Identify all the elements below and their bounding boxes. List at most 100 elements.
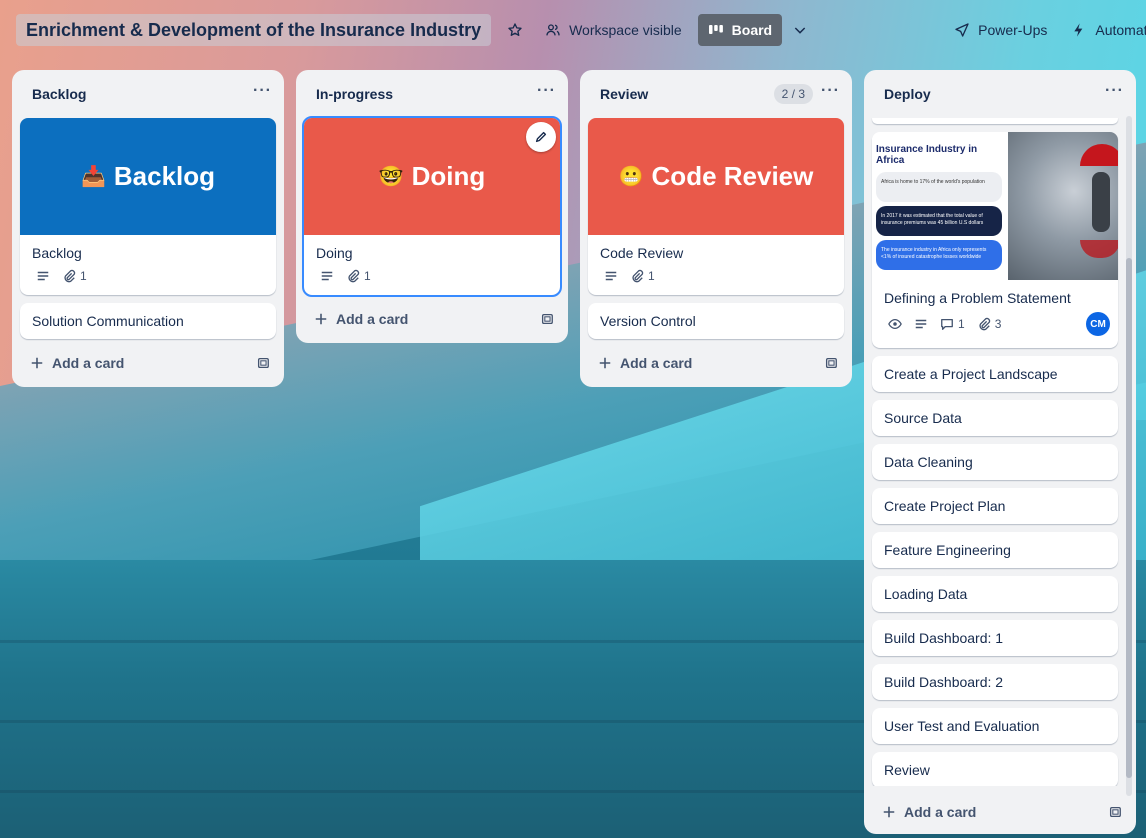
- cover-text: Backlog: [113, 161, 216, 191]
- attachment-count: 1: [648, 269, 655, 283]
- edit-card-button[interactable]: [526, 122, 556, 152]
- add-card-label: Add a card: [904, 804, 977, 820]
- card-cover: 📥 Backlog: [20, 118, 276, 235]
- card-title: Solution Communication: [32, 313, 184, 329]
- watching-badge: [888, 317, 902, 331]
- template-icon[interactable]: [540, 312, 554, 326]
- description-badge: [604, 269, 618, 283]
- list-title[interactable]: Review: [600, 86, 648, 102]
- template-icon[interactable]: [256, 356, 270, 370]
- list-item[interactable]: Source Data: [872, 400, 1118, 436]
- grimace-face-icon: 😬: [618, 166, 644, 188]
- card-title: Create a Project Landscape: [884, 366, 1058, 382]
- description-icon: [37, 271, 49, 281]
- description-badge: [36, 269, 50, 283]
- chevron-down-icon: [794, 27, 806, 34]
- list-deploy: Deploy ··· Insurance Industry in Africa …: [864, 70, 1136, 834]
- board-view-button[interactable]: Board: [697, 14, 783, 46]
- card-backlog[interactable]: 📥 Backlog Backlog 1: [20, 118, 276, 295]
- infographic-fact: Africa is home to 17% of the world's pop…: [876, 172, 1002, 202]
- attachment-count: 3: [994, 317, 1002, 331]
- list-title[interactable]: In-progress: [316, 86, 393, 102]
- list-item[interactable]: Create a Project Landscape: [872, 356, 1118, 392]
- paperclip-icon: [64, 269, 76, 283]
- cover-text: Doing: [411, 161, 486, 191]
- list-item[interactable]: Review: [872, 752, 1118, 786]
- card-limit-badge: 2 / 3: [773, 84, 814, 104]
- list-menu-icon[interactable]: ···: [253, 83, 272, 105]
- list-title[interactable]: Backlog: [32, 86, 86, 102]
- description-badge: [320, 269, 334, 283]
- deploy-card-container: Insurance Industry in Africa Africa is h…: [864, 118, 1136, 786]
- card-title: User Test and Evaluation: [884, 718, 1040, 734]
- card-defining-problem-statement[interactable]: Insurance Industry in Africa Africa is h…: [872, 132, 1118, 348]
- card-title: Build Dashboard: 1: [884, 630, 1004, 646]
- umbrella-photo: [1008, 132, 1118, 280]
- comment-badge: 1: [940, 317, 965, 331]
- board-icon: [708, 25, 723, 34]
- card-title: Create Project Plan: [884, 498, 1006, 514]
- card-cover: 🤓 Doing: [304, 118, 560, 235]
- board-title[interactable]: Enrichment & Development of the Insuranc…: [16, 14, 492, 46]
- description-icon: [915, 319, 927, 329]
- attachment-count: 1: [364, 269, 371, 283]
- powerups-button[interactable]: Power-Ups: [944, 14, 1057, 46]
- visibility-button[interactable]: Workspace visible: [535, 14, 692, 46]
- board-header: Enrichment & Development of the Insuranc…: [0, 0, 1146, 60]
- card-cover-image: Insurance Industry in Africa Africa is h…: [872, 132, 1118, 280]
- template-icon[interactable]: [1108, 805, 1122, 819]
- add-card-label: Add a card: [620, 355, 693, 371]
- powerups-label: Power-Ups: [978, 22, 1048, 38]
- view-switcher-button[interactable]: [782, 14, 818, 46]
- nerd-face-icon: 🤓: [378, 166, 404, 188]
- star-button[interactable]: [497, 14, 533, 46]
- attachment-badge: 1: [62, 269, 87, 283]
- list-review: Review 2 / 3 ··· 😬 Code Review Code Revi…: [580, 70, 852, 387]
- plus-icon: [315, 313, 327, 325]
- card-code-review[interactable]: 😬 Code Review Code Review 1: [588, 118, 844, 295]
- card-title: Loading Data: [884, 586, 968, 602]
- infographic-title: Insurance Industry in Africa: [876, 144, 978, 166]
- list-in-progress: In-progress ··· 🤓 Doing Doing 1 Add a ca…: [296, 70, 568, 343]
- list-item[interactable]: Create Project Plan: [872, 488, 1118, 524]
- list-item[interactable]: Build Dashboard: 1: [872, 620, 1118, 656]
- add-card-button[interactable]: Add a card: [30, 355, 124, 371]
- add-card-button[interactable]: Add a card: [314, 311, 408, 327]
- infographic-fact: In 2017 it was estimated that the total …: [876, 206, 1002, 236]
- list-backlog: Backlog ··· 📥 Backlog Backlog 1 Solution…: [12, 70, 284, 387]
- infographic: Insurance Industry in Africa Africa is h…: [872, 132, 1008, 280]
- card-title: Build Dashboard: 2: [884, 674, 1004, 690]
- list-menu-icon[interactable]: ···: [1105, 83, 1124, 105]
- card-doing[interactable]: 🤓 Doing Doing 1: [302, 116, 562, 297]
- paperclip-icon: [632, 269, 644, 283]
- plus-icon: [31, 357, 43, 369]
- card-version-control[interactable]: Version Control: [588, 303, 844, 339]
- attachment-badge: 1: [630, 269, 655, 283]
- attachment-count: 1: [80, 269, 87, 283]
- cover-text: Code Review: [651, 161, 814, 191]
- list-item[interactable]: Build Dashboard: 2: [872, 664, 1118, 700]
- list-menu-icon[interactable]: ···: [537, 83, 556, 105]
- list-menu-icon[interactable]: ···: [821, 83, 840, 105]
- list-item[interactable]: Data Cleaning: [872, 444, 1118, 480]
- plus-icon: [883, 806, 895, 818]
- lightning-icon: [1074, 23, 1083, 37]
- inbox-icon: 📥: [80, 166, 106, 188]
- add-card-button[interactable]: Add a card: [598, 355, 692, 371]
- template-icon[interactable]: [824, 356, 838, 370]
- list-title[interactable]: Deploy: [884, 86, 931, 102]
- description-badge: [914, 317, 928, 331]
- member-avatar[interactable]: CM: [1086, 312, 1110, 336]
- star-icon: [508, 23, 522, 36]
- list-item[interactable]: User Test and Evaluation: [872, 708, 1118, 744]
- list-item[interactable]: Loading Data: [872, 576, 1118, 612]
- card-title: Code Review: [600, 245, 684, 261]
- paperclip-icon: [979, 317, 990, 331]
- automation-button[interactable]: Automati: [1061, 14, 1146, 46]
- paperclip-icon: [348, 269, 360, 283]
- list-item[interactable]: Feature Engineering: [872, 532, 1118, 568]
- card-solution-communication[interactable]: Solution Communication: [20, 303, 276, 339]
- card-partial[interactable]: [872, 118, 1118, 124]
- description-icon: [605, 271, 617, 281]
- add-card-button[interactable]: Add a card: [882, 804, 976, 820]
